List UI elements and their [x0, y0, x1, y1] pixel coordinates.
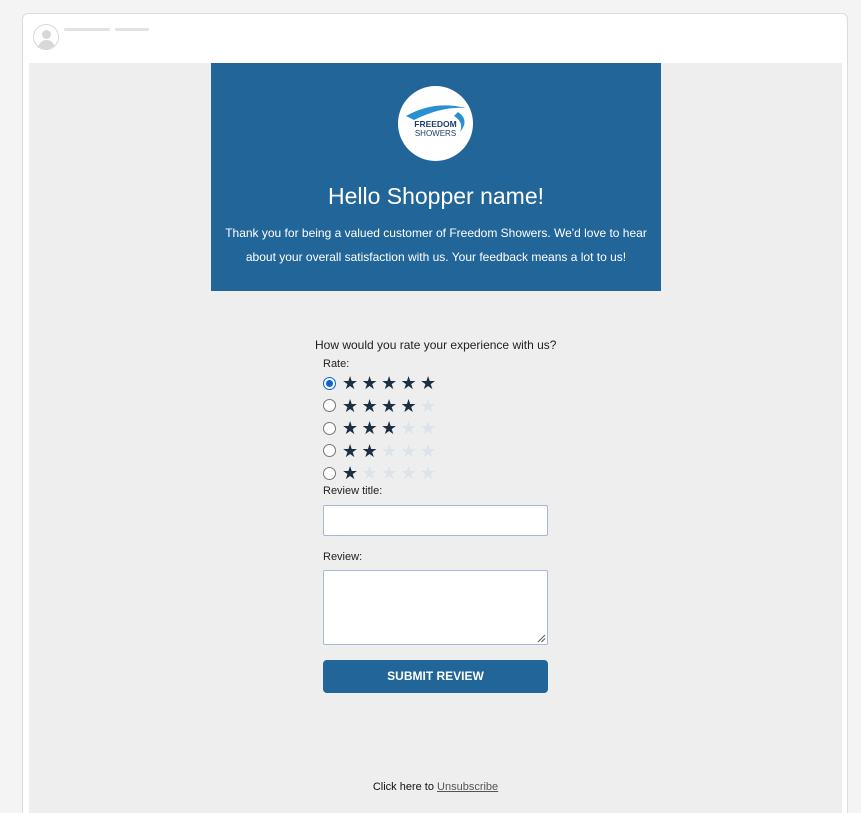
review-textarea[interactable] [323, 570, 548, 645]
star-icon: ★ [342, 395, 359, 416]
sender-name-placeholder [64, 28, 110, 31]
rating-radio-5[interactable] [323, 376, 336, 390]
review-label: Review: [323, 551, 363, 563]
star-icon: ★ [361, 395, 378, 416]
star-icon: ★ [420, 418, 437, 438]
star-icon: ★ [381, 373, 398, 393]
submit-review-button[interactable]: SUBMIT REVIEW [323, 660, 548, 693]
star-icon: ★ [420, 373, 437, 393]
star-icon: ★ [361, 418, 378, 438]
rating-radio-4[interactable] [323, 399, 336, 412]
rating-radio-2[interactable] [323, 444, 336, 457]
greeting-heading: Hello Shopper name! [327, 183, 545, 209]
star-icon: ★ [381, 440, 398, 461]
sender-email-placeholder [115, 28, 149, 31]
unsubscribe-prefix: Click here to [372, 781, 434, 793]
star-icon: ★ [420, 395, 437, 416]
email-preview-frame: FREEDOM SHOWERS Hello Shopper name! Than… [22, 13, 848, 813]
star-icon: ★ [361, 463, 378, 483]
star-icon: ★ [400, 440, 417, 461]
star-icon: ★ [381, 418, 398, 438]
rating-option-2[interactable]: ★ ★ ★ ★ ★ [323, 441, 440, 461]
hero-banner: FREEDOM SHOWERS Hello Shopper name! Than… [211, 63, 661, 291]
review-title-input[interactable] [323, 505, 548, 536]
footer: Click here to Unsubscribe [29, 781, 842, 793]
email-body: FREEDOM SHOWERS Hello Shopper name! Than… [29, 63, 842, 813]
rating-radio-3[interactable] [323, 421, 336, 435]
star-icon: ★ [361, 440, 378, 461]
rating-option-1[interactable]: ★ ★ ★ ★ ★ [323, 463, 440, 483]
star-icon: ★ [400, 418, 417, 438]
star-icon: ★ [420, 440, 437, 461]
star-icon: ★ [342, 440, 359, 461]
star-icon: ★ [400, 395, 417, 416]
star-icon: ★ [381, 395, 398, 416]
unsubscribe-link[interactable]: Unsubscribe [437, 781, 498, 793]
rate-label: Rate: [323, 358, 350, 370]
rating-option-3[interactable]: ★ ★ ★ ★ ★ [323, 418, 440, 438]
review-title-label: Review title: [323, 485, 383, 497]
rating-option-5[interactable]: ★ ★ ★ ★ ★ [323, 373, 440, 393]
rating-option-4[interactable]: ★ ★ ★ ★ ★ [323, 396, 440, 416]
svg-text:SHOWERS: SHOWERS [415, 129, 456, 138]
rating-question: How would you rate your experience with … [315, 338, 557, 352]
star-icon: ★ [342, 418, 359, 438]
star-icon: ★ [381, 463, 398, 483]
resize-handle-icon[interactable] [537, 634, 546, 643]
rating-radio-1[interactable] [323, 466, 336, 480]
user-avatar-icon [33, 24, 59, 50]
preview-header [23, 14, 847, 59]
star-icon: ★ [400, 373, 417, 393]
star-icon: ★ [342, 463, 359, 483]
star-icon: ★ [361, 373, 378, 393]
star-icon: ★ [400, 463, 417, 483]
freedom-showers-logo: FREEDOM SHOWERS [398, 86, 473, 161]
svg-text:FREEDOM: FREEDOM [414, 119, 457, 129]
star-icon: ★ [420, 463, 437, 483]
intro-text: Thank you for being a valued customer of… [225, 226, 647, 264]
star-icon: ★ [342, 373, 359, 393]
